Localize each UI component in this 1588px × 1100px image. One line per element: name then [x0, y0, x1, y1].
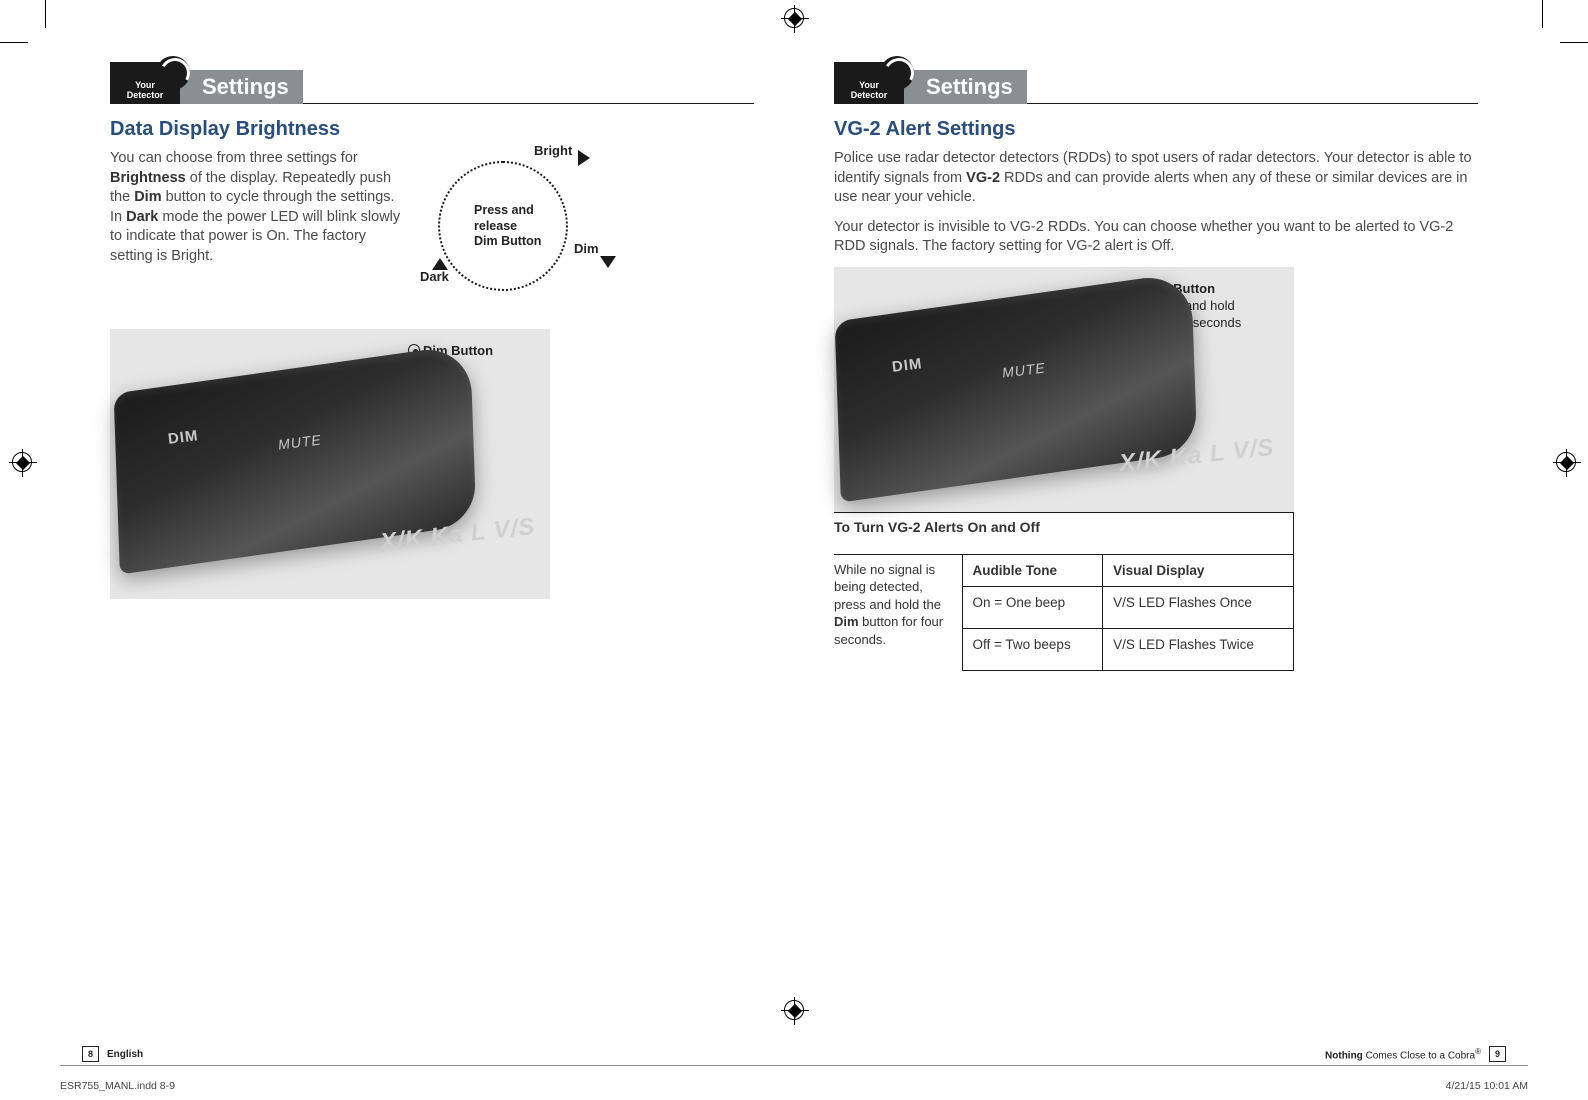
- cycle-dark-label: Dark: [420, 269, 449, 284]
- cobra-logo-icon: [880, 56, 914, 90]
- header-tab: Your Detector: [110, 62, 180, 104]
- section-title: VG-2 Alert Settings: [834, 118, 1478, 141]
- cycle-bright-label: Bright: [534, 143, 572, 158]
- vg2-table: To Turn VG-2 Alerts On and Off While no …: [834, 512, 1294, 671]
- footer-left: 8 English: [82, 1046, 143, 1062]
- tagline-rest: Comes Close to a Cobra: [1363, 1050, 1475, 1061]
- device-image: Dim Button DIM MUTE X/K Ka L V/S: [110, 329, 550, 599]
- table-header-visual: Visual Display: [1103, 554, 1294, 586]
- device-image: Dim Button Press and holdfor four second…: [834, 267, 1294, 512]
- header-title: Settings: [178, 70, 303, 104]
- page-right: Your Detector Settings VG-2 Alert Settin…: [794, 30, 1528, 1070]
- body-text-2: Your detector is invisible to VG-2 RDDs.…: [834, 218, 1478, 257]
- chevron-right-icon: [578, 150, 590, 166]
- registered-icon: ®: [1475, 1047, 1481, 1056]
- table-cell: V/S LED Flashes Twice: [1103, 628, 1294, 670]
- indd-date: 4/21/15 10:01 AM: [1446, 1080, 1528, 1092]
- table-header-audible: Audible Tone: [962, 554, 1103, 586]
- cycle-dim-label: Dim: [574, 241, 599, 256]
- table-cell: V/S LED Flashes Once: [1103, 586, 1294, 628]
- table-caption: To Turn VG-2 Alerts On and Off: [834, 512, 1294, 554]
- footer-right: Nothing Comes Close to a Cobra® 9: [1325, 1046, 1506, 1062]
- header-bar: Your Detector Settings: [110, 60, 754, 104]
- header-tab-text: Your Detector: [851, 80, 888, 100]
- footer-language: English: [107, 1049, 143, 1060]
- device-dim-label: DIM: [891, 355, 923, 376]
- section-title: Data Display Brightness: [110, 118, 754, 141]
- tagline-bold: Nothing: [1325, 1050, 1363, 1061]
- header-tab-text: Your Detector: [127, 80, 164, 100]
- brightness-cycle-diagram: Bright Dim Dark Press andreleaseDim Butt…: [426, 141, 596, 311]
- indesign-slug: ESR755_MANL.indd 8-9 4/21/15 10:01 AM: [60, 1065, 1528, 1092]
- body-text: You can choose from three settings for B…: [110, 149, 408, 266]
- header-rule: [1027, 103, 1478, 104]
- table-side-note: While no signal is being detected, press…: [834, 554, 962, 670]
- footer-tagline: Nothing Comes Close to a Cobra®: [1325, 1047, 1481, 1061]
- header-rule: [303, 103, 754, 104]
- page-number: 9: [1489, 1046, 1506, 1062]
- page-left: Your Detector Settings Data Display Brig…: [60, 30, 794, 1070]
- body-text-1: Police use radar detector detectors (RDD…: [834, 149, 1478, 208]
- table-cell: On = One beep: [962, 586, 1103, 628]
- page-number: 8: [82, 1046, 99, 1062]
- chevron-down-icon: [600, 256, 616, 268]
- header-bar: Your Detector Settings: [834, 60, 1478, 104]
- indd-file: ESR755_MANL.indd 8-9: [60, 1080, 175, 1092]
- cobra-logo-icon: [156, 56, 190, 90]
- header-title: Settings: [902, 70, 1027, 104]
- chevron-up-icon: [432, 258, 448, 270]
- cycle-inner-text: Press andreleaseDim Button: [474, 203, 541, 250]
- header-tab: Your Detector: [834, 62, 904, 104]
- table-cell: Off = Two beeps: [962, 628, 1103, 670]
